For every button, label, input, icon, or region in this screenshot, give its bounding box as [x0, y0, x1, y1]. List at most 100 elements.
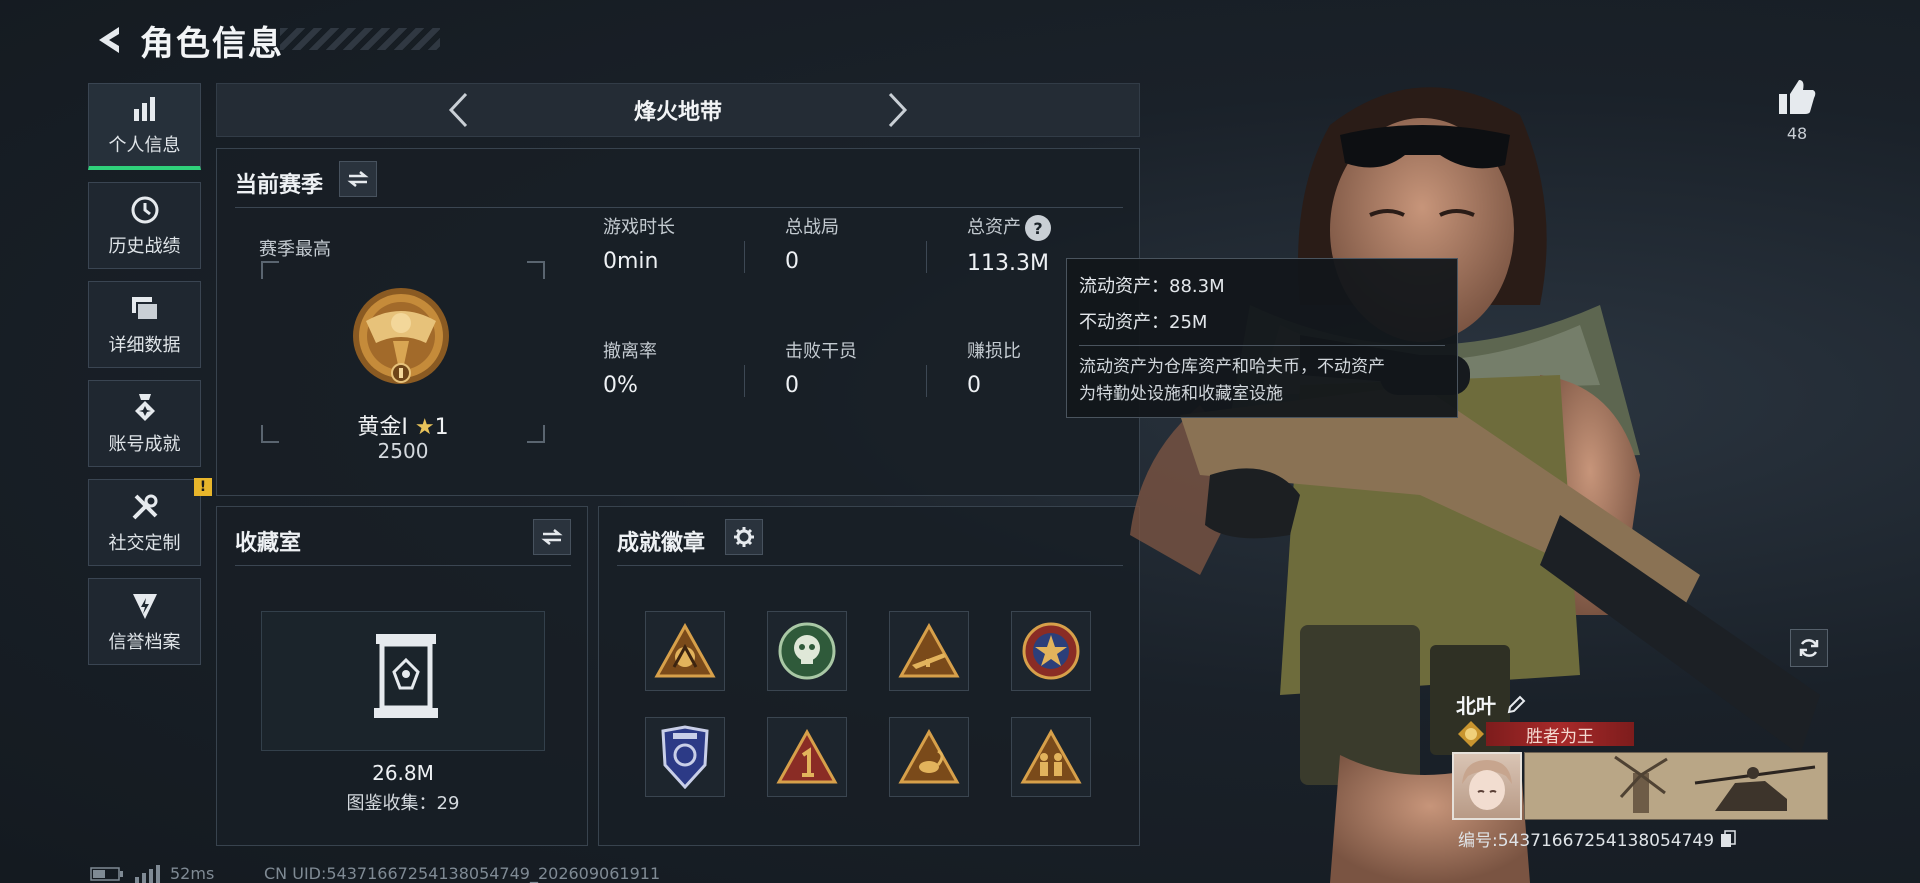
- thumbs-up-icon: [1779, 80, 1816, 114]
- title-emblem-icon: [1456, 720, 1486, 748]
- stat-label: 击败干员: [785, 341, 857, 362]
- rotate-model-button[interactable]: [1790, 629, 1828, 667]
- like-count: 48: [1786, 124, 1808, 143]
- rank-label: 赛季最高: [259, 239, 331, 260]
- uid-text: CN UID:54371667254138054749_202609061911: [264, 864, 661, 883]
- nav-label: 社交定制: [108, 532, 181, 554]
- tooltip-description-1: 流动资产为仓库资产和哈夫币，不动资产: [1079, 357, 1385, 377]
- stat-value: 0min: [603, 249, 659, 274]
- badge-slot[interactable]: [645, 611, 725, 691]
- badges-title: 成就徽章: [617, 531, 706, 556]
- stat-value: 0: [785, 249, 799, 274]
- battery-icon: [90, 866, 123, 881]
- nav-label: 详细数据: [108, 334, 181, 356]
- status-bar: 52ms: [90, 864, 214, 883]
- collection-panel: 收藏室 26.8M 图鉴收集：29: [216, 506, 588, 846]
- nav-label: 账号成就: [108, 433, 181, 455]
- edit-pencil-icon[interactable]: [1506, 695, 1526, 715]
- nav-item-achievements[interactable]: 账号成就: [88, 380, 201, 467]
- assets-tooltip: 流动资产：88.3M 不动资产：25M 流动资产为仓库资产和哈夫币，不动资产 为…: [1066, 258, 1458, 418]
- page-header: 角色信息: [90, 18, 284, 64]
- mode-name: 烽火地带: [633, 100, 722, 125]
- nav-item-details[interactable]: 详细数据: [88, 281, 201, 368]
- stat-playtime: 游戏时长 0min: [603, 213, 763, 274]
- stat-extraction-rate: 撤离率 0%: [603, 337, 763, 398]
- collection-title: 收藏室: [235, 531, 302, 556]
- history-clock-icon: [129, 194, 161, 226]
- collection-switch-button[interactable]: [533, 519, 571, 555]
- badge-slot[interactable]: [767, 611, 847, 691]
- divider: [926, 241, 927, 273]
- gold-rank-emblem-icon: [353, 288, 449, 384]
- divider: [235, 207, 1123, 208]
- nav-item-social[interactable]: ! 社交定制: [88, 478, 212, 566]
- badges-settings-button[interactable]: [725, 519, 763, 555]
- stat-total-matches: 总战局 0: [785, 213, 945, 274]
- medal-star-icon: [129, 392, 161, 424]
- windmill-knight-banner-image: [1525, 753, 1827, 819]
- badge-slot[interactable]: [645, 717, 725, 797]
- tooltip-description-2: 为特勤处设施和收藏室设施: [1079, 384, 1283, 404]
- badge-gold-triangle-icon: [654, 623, 716, 678]
- rank-name: 黄金Ⅰ: [357, 415, 408, 440]
- nav-item-history[interactable]: 历史战绩: [88, 182, 201, 269]
- chevron-right-icon: [888, 92, 908, 128]
- chevron-left-icon: [448, 92, 468, 128]
- shield-lightning-icon: [129, 590, 161, 622]
- divider: [926, 365, 927, 397]
- signal-icon: [135, 864, 160, 883]
- rank-frame: 黄金Ⅰ ★1 2500: [261, 261, 545, 463]
- nav-label: 个人信息: [108, 135, 181, 156]
- copy-icon[interactable]: [1720, 829, 1736, 848]
- like-button[interactable]: 48: [1770, 78, 1824, 143]
- collection-count: 图鉴收集：29: [346, 793, 460, 814]
- stat-value: 0: [785, 373, 799, 398]
- badge-green-skull-icon: [778, 622, 836, 680]
- stat-operators-defeated: 击败干员 0: [785, 337, 945, 398]
- rank-name-row: 黄金Ⅰ ★1: [261, 409, 545, 441]
- season-title: 当前赛季: [235, 173, 324, 198]
- avatar[interactable]: [1452, 752, 1522, 820]
- tools-wrench-icon: [129, 491, 161, 523]
- display-case-icon: [374, 634, 438, 718]
- badge-slot[interactable]: [767, 717, 847, 797]
- mode-prev-button[interactable]: [438, 90, 478, 130]
- rank-points: 2500: [377, 439, 429, 463]
- player-name: 北叶: [1456, 694, 1496, 718]
- divider: [744, 241, 745, 273]
- nav-item-profile[interactable]: 个人信息: [88, 83, 201, 170]
- ping: 52ms: [170, 864, 215, 883]
- player-id: 编号:54371667254138054749: [1458, 831, 1715, 851]
- page-title: 角色信息: [140, 23, 284, 64]
- avatar-image: [1462, 760, 1512, 810]
- divider: [1079, 345, 1445, 346]
- refresh-icon: [1799, 639, 1819, 657]
- stat-label: 总战局: [785, 217, 839, 238]
- swap-arrows-icon: [347, 171, 369, 187]
- folder-stack-icon: [129, 293, 161, 325]
- nav-label: 历史战绩: [108, 235, 181, 257]
- swap-arrows-icon: [541, 529, 563, 545]
- player-title: 胜者为王: [1486, 722, 1634, 747]
- badge-rifle-triangle-icon: [898, 623, 960, 678]
- nav-item-reputation[interactable]: 信誉档案: [88, 578, 201, 665]
- title-decoration: [280, 28, 440, 50]
- back-button[interactable]: [90, 22, 126, 58]
- badge-slot[interactable]: [889, 611, 969, 691]
- gear-icon: [734, 527, 754, 547]
- player-title-badge: 胜者为王: [1456, 720, 1634, 748]
- collection-value: 26.8M: [372, 761, 434, 785]
- badge-blue-shield-icon: [661, 725, 709, 789]
- mode-next-button[interactable]: [878, 90, 918, 130]
- badge-slot[interactable]: [889, 717, 969, 797]
- collection-display[interactable]: [261, 611, 545, 751]
- star-icon: ★: [414, 415, 435, 440]
- season-switch-button[interactable]: [339, 161, 377, 197]
- player-banner: [1524, 752, 1828, 820]
- rank-stars: 1: [434, 415, 449, 440]
- stat-label: 游戏时长: [603, 217, 675, 238]
- stat-label: 撤离率: [603, 341, 657, 362]
- alert-badge: !: [194, 478, 212, 496]
- player-name-row: 北叶: [1456, 690, 1526, 719]
- badge-scorpion-triangle-icon: [898, 729, 960, 784]
